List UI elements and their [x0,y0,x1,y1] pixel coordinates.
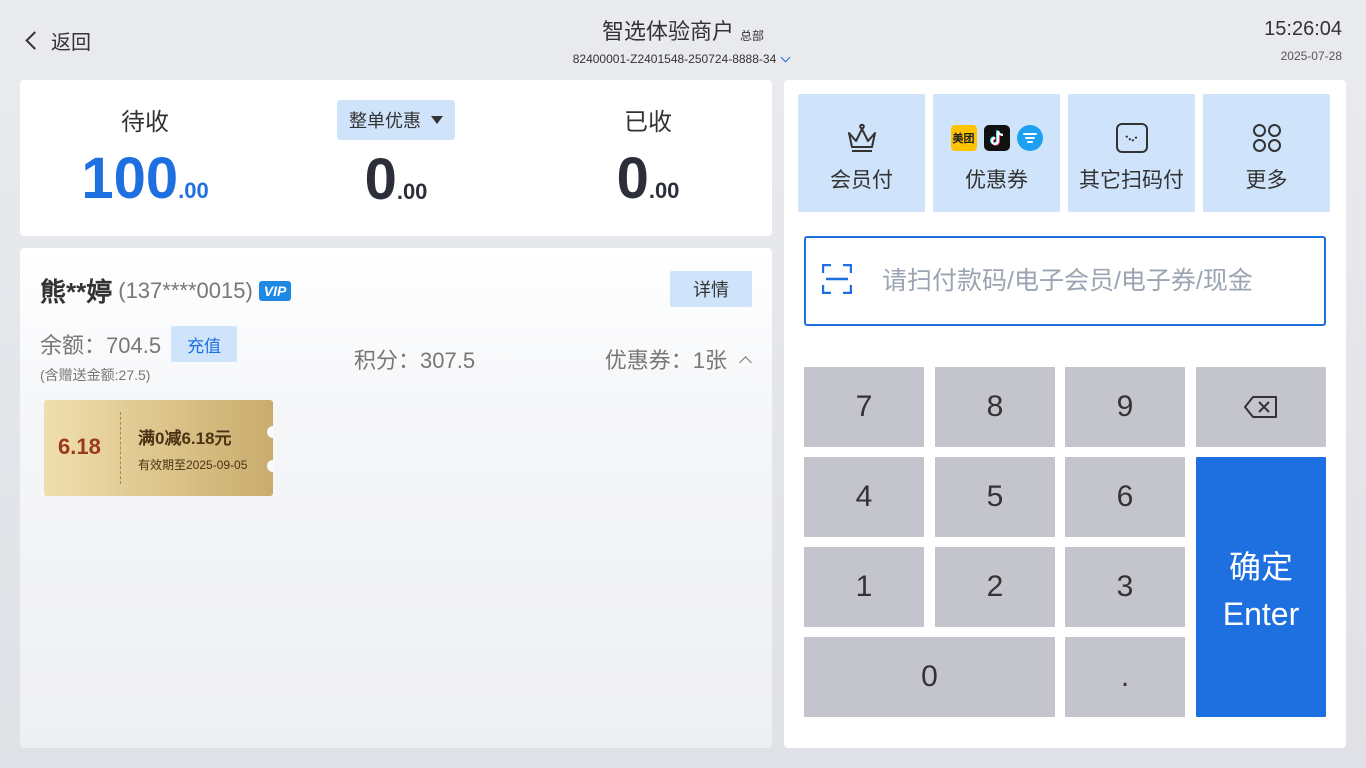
clock-date: 2025-07-28 [1280,49,1342,63]
member-pay-label: 会员付 [830,169,893,192]
received-int: 0 [616,146,649,211]
coupon-notch [267,460,273,472]
crown-icon [798,121,925,155]
key-0[interactable]: 0 [804,637,1055,717]
coupon-pay-label: 优惠券 [965,169,1028,192]
pending-amount: 待收 100.00 [80,102,210,212]
balance-label: 余额：704.5 [40,333,162,358]
backspace-key[interactable] [1196,367,1326,447]
vip-badge: VIP [258,280,292,301]
store-tag: 总部 [740,29,765,43]
key-2[interactable]: 2 [935,547,1055,627]
received-value: 0.00 [588,145,708,212]
discount-int: 0 [364,147,397,212]
discount-amount: 整单优惠 0.00 [333,100,459,213]
confirm-enter-button[interactable]: 确定 Enter [1196,457,1326,717]
key-1[interactable]: 1 [804,547,924,627]
discount-dropdown[interactable]: 整单优惠 [337,100,455,140]
recharge-button[interactable]: 充值 [171,326,238,362]
key-3[interactable]: 3 [1065,547,1185,627]
other-scan-pay-label: 其它扫码付 [1079,169,1184,192]
discount-value: 0.00 [333,146,459,213]
coupon-platforms-icon: 美团 [933,121,1060,155]
member-panel: 熊**婷 (137****0015) VIP 详情 余额：704.5 充值 (含… [20,248,772,748]
points-label: 积分：307.5 [354,348,476,373]
amount-summary: 待收 100.00 整单优惠 0.00 已收 0.00 [20,80,772,236]
clock-time: 15:26:04 [1264,18,1342,40]
ticket-platform-icon [1016,125,1043,151]
other-scan-pay-button[interactable]: 其它扫码付 [1068,94,1195,212]
coupons-label: 优惠券：1张 [604,348,727,373]
discount-dec: .00 [396,179,428,204]
store-header: 智选体验商户 总部 82400001-Z2401548-250724-8888-… [0,14,1366,68]
douyin-icon [983,125,1010,151]
confirm-label-cn: 确定 [1228,548,1293,585]
order-number: 82400001-Z2401548-250724-8888-34 [572,52,777,66]
key-9[interactable]: 9 [1065,367,1185,447]
received-dec: .00 [648,178,680,203]
key-6[interactable]: 6 [1065,457,1185,537]
payment-panel: 会员付 美团 优惠券 其它扫码付 更多 请扫付款码/电子会员/电子券/现金 7 … [784,80,1346,748]
balance-row: 余额：704.5 充值 [40,326,238,362]
received-amount: 已收 0.00 [588,102,708,212]
meituan-icon: 美团 [950,125,977,151]
order-selector[interactable]: 82400001-Z2401548-250724-8888-34 [573,52,794,66]
key-dot[interactable]: . [1065,637,1185,717]
member-pay-button[interactable]: 会员付 [798,94,925,212]
more-button[interactable]: 更多 [1203,94,1330,212]
member-identity: 熊**婷 (137****0015) VIP [40,272,292,309]
backspace-icon [1244,396,1277,418]
chevron-up-icon [739,355,752,369]
received-label: 已收 [624,109,672,136]
scan-input-box[interactable] [804,236,1326,326]
scan-pay-icon [1068,121,1195,155]
coupon-divider [120,412,121,484]
chevron-down-icon [780,52,791,62]
coupons-toggle[interactable]: 优惠券：1张 [604,343,752,375]
discount-label: 整单优惠 [349,111,421,131]
member-name: 熊**婷 [40,277,113,307]
confirm-label-en: Enter [1222,595,1300,632]
coupon-card[interactable]: 6.18 满0减6.18元 有效期至2025-09-05 [44,400,273,496]
caret-down-icon [431,116,443,124]
pending-int: 100 [81,146,179,211]
coupon-title: 满0减6.18元 [138,429,232,448]
coupon-pay-button[interactable]: 美团 优惠券 [933,94,1060,212]
pending-label: 待收 [121,109,169,136]
scan-input[interactable] [882,266,1302,296]
key-8[interactable]: 8 [935,367,1055,447]
coupon-expiry: 有效期至2025-09-05 [138,458,248,472]
detail-button[interactable]: 详情 [670,271,752,307]
key-4[interactable]: 4 [804,457,924,537]
scan-icon [821,263,853,299]
key-7[interactable]: 7 [804,367,924,447]
more-label: 更多 [1245,169,1288,192]
pending-dec: .00 [178,178,209,203]
coupon-value: 6.18 [58,434,101,459]
gift-amount-note: (含赠送金额:27.5) [40,367,151,383]
grid-icon [1203,121,1330,155]
coupon-notch [267,426,273,438]
store-name: 智选体验商户 [601,19,734,44]
pending-value: 100.00 [80,145,210,212]
clock: 15:26:04 2025-07-28 [1264,18,1342,63]
member-phone: (137****0015) [118,277,253,303]
key-5[interactable]: 5 [935,457,1055,537]
